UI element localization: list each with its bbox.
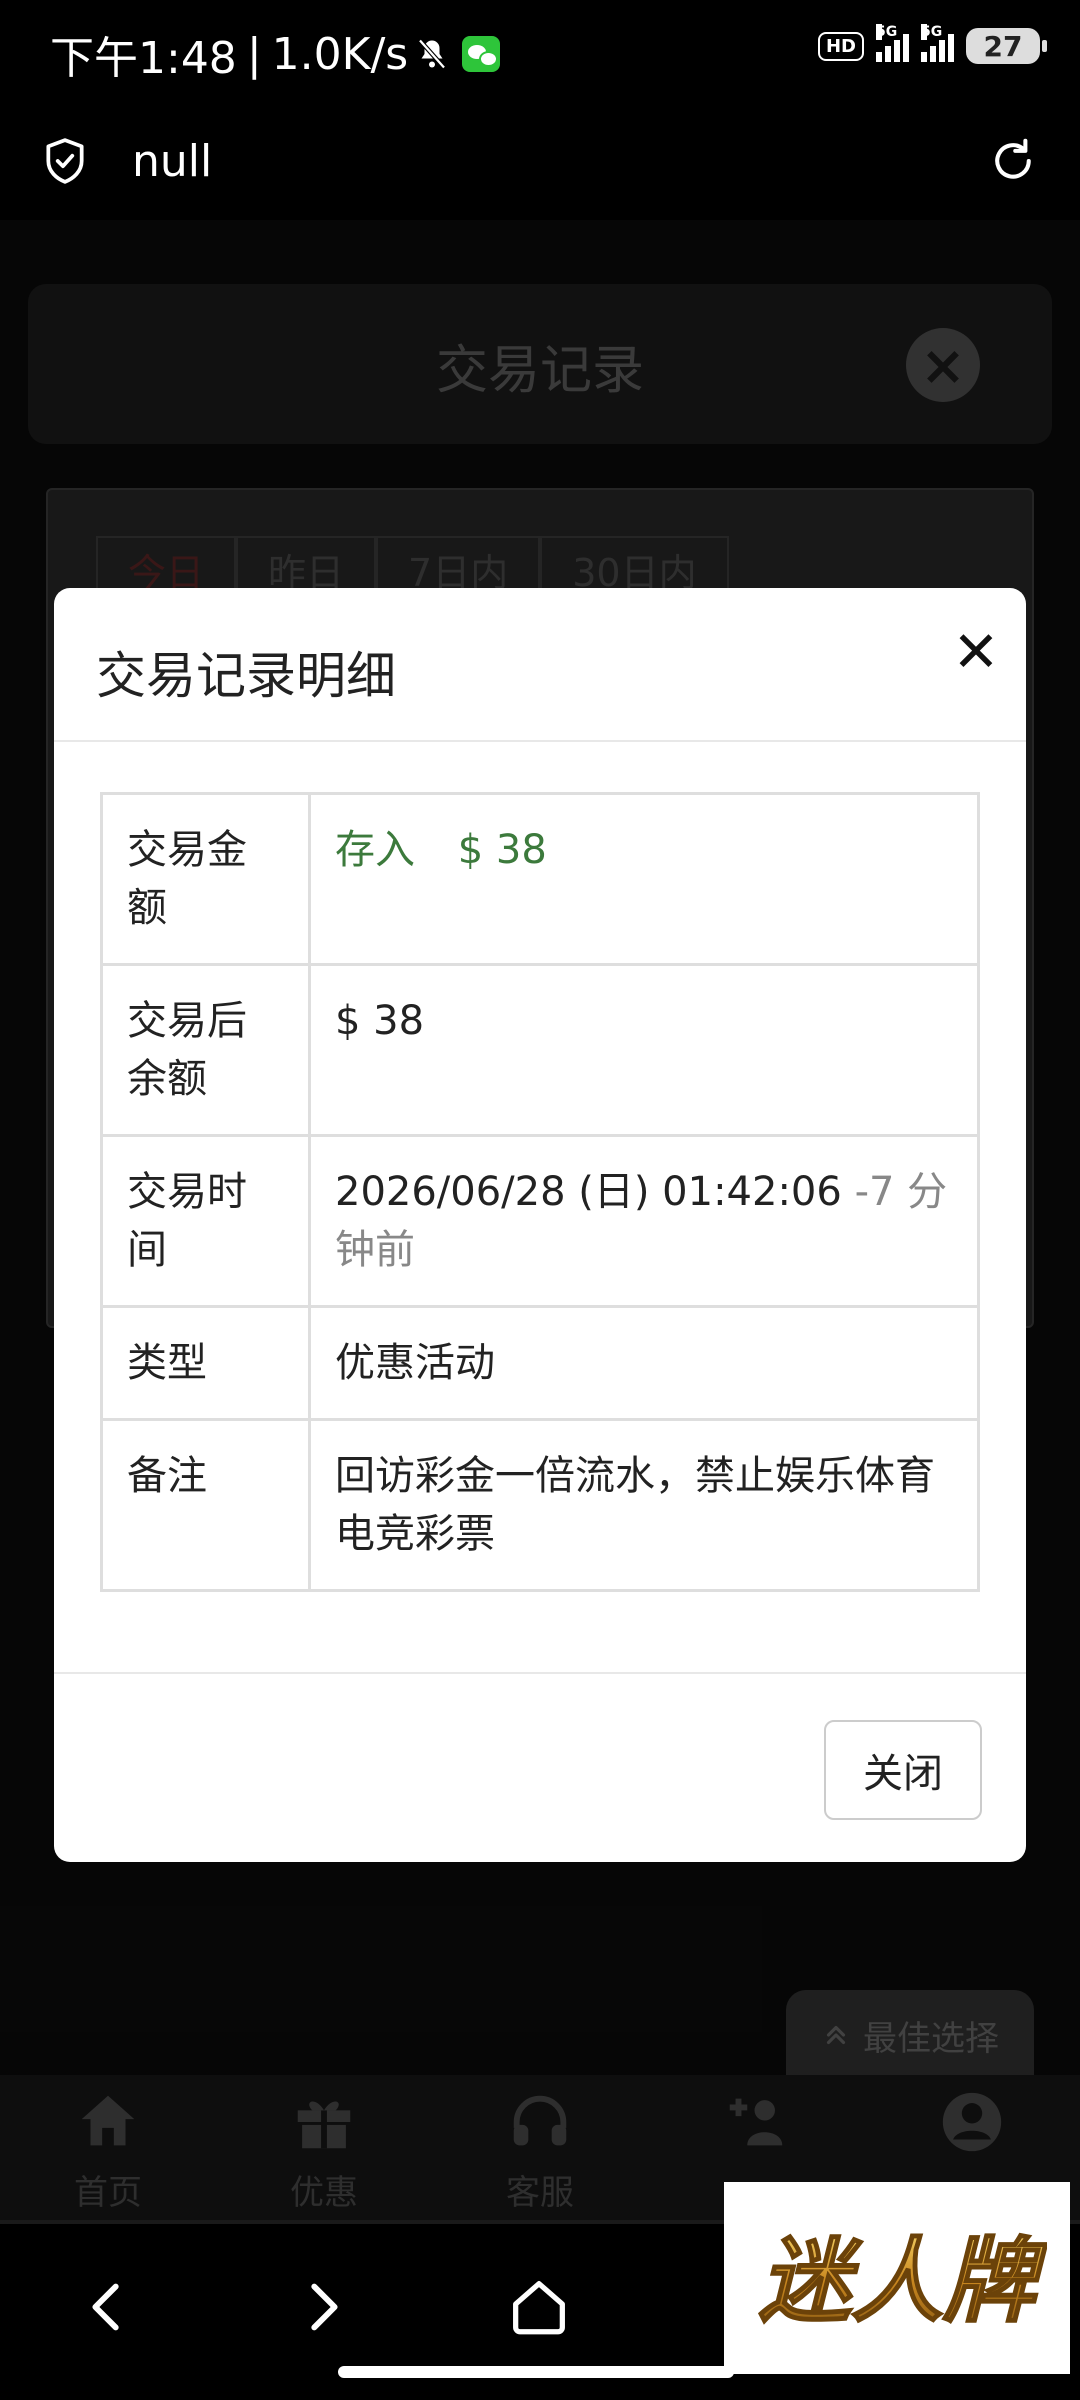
row-value-type: 优惠活动 [308,1305,980,1421]
transaction-amount: $ 38 [457,827,547,873]
network-label-1: 5G [876,24,898,40]
back-icon[interactable] [72,2272,142,2342]
shield-check-icon[interactable] [40,136,90,186]
browser-header: null [0,100,1080,220]
row-value-amount: 存入 $ 38 [308,792,980,966]
status-separator: | [246,28,262,80]
wechat-icon [462,36,501,72]
modal-header: 交易记录明细 ✕ [54,588,1026,742]
home-indicator[interactable] [338,2366,734,2378]
close-button[interactable]: 关闭 [824,1720,982,1820]
status-time: 下午1:48 [50,33,237,84]
transaction-datetime: 2026/06/28 (日) 01:42:06 [335,1169,842,1215]
row-value-time: 2026/06/28 (日) 01:42:06 -7 分钟前 [308,1134,980,1308]
svg-text:迷人牌: 迷人牌 [759,2228,1047,2335]
brand-logo: 迷人牌 [724,2182,1070,2374]
hd-badge: HD [817,31,864,61]
table-row: 类型 优惠活动 [100,1305,980,1421]
network-label-2: 5G [921,24,943,40]
signal-5g-icon-1: 5G [876,24,909,62]
row-value-note: 回访彩金一倍流水，禁止娱乐体育电竞彩票 [308,1418,980,1592]
table-row: 备注 回访彩金一倍流水，禁止娱乐体育电竞彩票 [100,1418,980,1592]
transaction-type-text: 存入 [335,827,415,873]
row-label-balance: 交易后余额 [100,963,311,1137]
status-bar: 下午1:48 | 1.0K/s HD 5G 5G 27 [0,0,1080,100]
signal-5g-icon-2: 5G [921,24,954,62]
network-speed: 1.0K/s [271,28,409,80]
browser-title: null [132,136,213,187]
mute-bell-icon [418,39,446,69]
table-row: 交易金额 存入 $ 38 [100,792,980,966]
battery-icon: 27 [966,28,1047,64]
close-icon[interactable]: ✕ [948,620,1004,685]
modal-footer: 关闭 [54,1672,1026,1862]
forward-icon[interactable] [288,2272,358,2342]
row-value-balance: $ 38 [308,963,980,1137]
table-row: 交易后余额 $ 38 [100,963,980,1137]
status-left: 下午1:48 | 1.0K/s [50,22,501,86]
home-button-icon[interactable] [504,2272,574,2342]
row-label-time: 交易时间 [100,1134,311,1308]
table-row: 交易时间 2026/06/28 (日) 01:42:06 -7 分钟前 [100,1134,980,1308]
battery-level: 27 [983,29,1023,63]
row-label-type: 类型 [100,1305,311,1421]
status-right: HD 5G 5G 27 [817,24,1047,64]
transaction-detail-table: 交易金额 存入 $ 38 交易后余额 $ 38 交易时间 2026/06/28 … [100,792,980,1592]
brand-logo-graphic: 迷人牌 [758,2227,1047,2336]
row-label-note: 备注 [100,1418,311,1592]
row-label-amount: 交易金额 [100,792,311,966]
transaction-detail-modal: 交易记录明细 ✕ 交易金额 存入 $ 38 交易后余额 $ 38 交易时间 20… [54,588,1026,1862]
modal-title: 交易记录明细 [96,647,396,705]
refresh-icon[interactable] [986,134,1040,188]
